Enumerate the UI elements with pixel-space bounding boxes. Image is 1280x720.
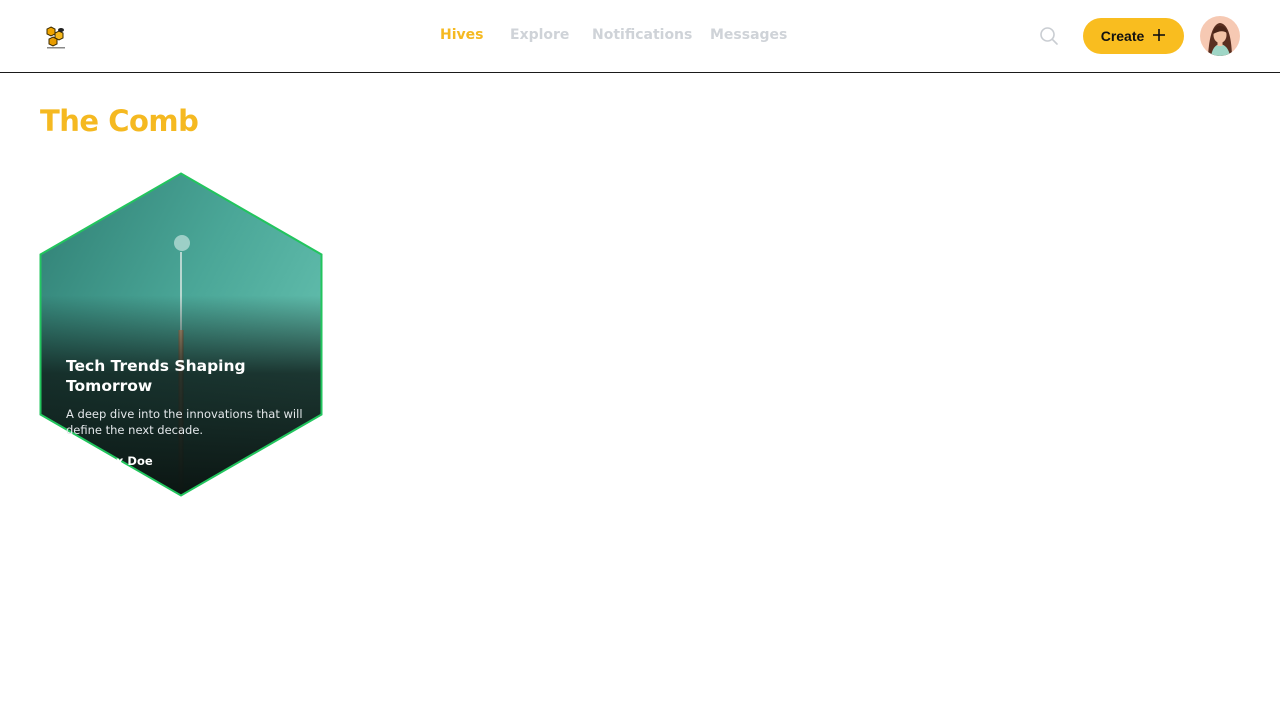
create-button[interactable]: Create bbox=[1083, 18, 1184, 54]
hive-card-content: Tech Trends Shaping Tomorrow A deep dive… bbox=[66, 356, 306, 468]
plus-icon bbox=[1152, 28, 1166, 45]
card-author: x Doe bbox=[116, 454, 153, 468]
card-title: Tech Trends Shaping Tomorrow bbox=[66, 357, 246, 395]
hive-card[interactable]: Tech Trends Shaping Tomorrow A deep dive… bbox=[39, 172, 323, 497]
top-navigation-bar: Hives Explore Notifications Messages Cre… bbox=[0, 0, 1280, 73]
nav-item-explore[interactable]: Explore bbox=[510, 27, 569, 43]
page-title: The Comb bbox=[40, 104, 199, 138]
nav-item-messages[interactable]: Messages bbox=[710, 27, 787, 43]
nav-item-notifications[interactable]: Notifications bbox=[592, 27, 692, 43]
create-button-label: Create bbox=[1100, 28, 1145, 44]
search-icon[interactable] bbox=[1038, 25, 1060, 47]
avatar[interactable] bbox=[1200, 16, 1240, 56]
card-description: A deep dive into the innovations that wi… bbox=[66, 407, 303, 437]
nav-item-hives[interactable]: Hives bbox=[440, 27, 483, 43]
